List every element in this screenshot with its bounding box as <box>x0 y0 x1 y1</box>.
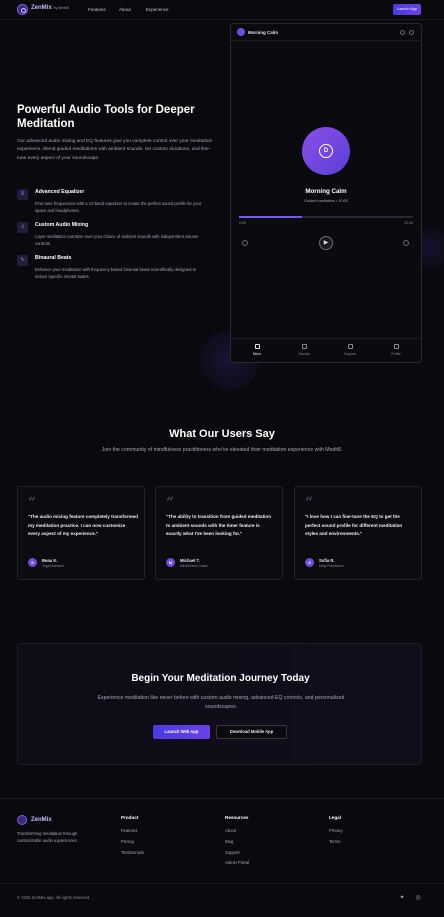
testimonial-card: “ "I love how I can fine-tune the EQ to … <box>294 486 422 580</box>
disc-letter: D <box>319 144 333 158</box>
phone-tab-bar: Mixer Sounds Explore Profile <box>231 338 421 363</box>
time-total: 10:00 <box>404 221 413 225</box>
testimonial-card: “ "The ability to transition from guided… <box>155 486 283 580</box>
testimonials-title: What Our Users Say <box>169 428 275 440</box>
album-disc: D <box>302 127 350 175</box>
feature-description: Layer meditation narration over your cho… <box>35 234 199 247</box>
profile-icon <box>393 344 399 349</box>
tab-label: Mixer <box>252 352 262 356</box>
explore-icon <box>347 344 353 349</box>
equalizer-icon: ≡ <box>17 189 28 200</box>
footer-divider <box>0 798 444 799</box>
testimonials-subtitle: Join the community of mindfulness practi… <box>101 447 343 453</box>
footer-link-privacy[interactable]: Privacy <box>329 828 343 833</box>
logo-icon[interactable] <box>17 815 27 825</box>
avatar: S <box>305 558 314 567</box>
testimonial-name: Michael T. <box>180 558 200 563</box>
settings-icon[interactable] <box>400 30 405 35</box>
testimonial-name: Sofia R. <box>319 558 335 563</box>
hero-title: Powerful Audio Tools for Deeper Meditati… <box>17 104 195 130</box>
wave-icon: ∿ <box>17 255 28 266</box>
footer-heading-resources: Resources <box>225 815 249 820</box>
phone-mockup: Morning Calm D Morning Calm Guided medit… <box>230 23 422 363</box>
tab-label: Sounds <box>298 352 310 356</box>
instagram-icon[interactable]: ◎ <box>414 894 422 902</box>
avatar: S <box>28 558 37 567</box>
logo-icon[interactable] <box>17 4 28 15</box>
footer-link-admin-portal[interactable]: Admin Portal <box>225 860 249 865</box>
testimonial-quote: "The ability to transition from guided m… <box>166 514 272 537</box>
brand-name: ZenMix <box>31 5 52 11</box>
avatar: M <box>166 558 175 567</box>
shuffle-icon[interactable] <box>242 240 248 246</box>
download-mobile-app-button[interactable]: Download Mobile App <box>216 725 287 739</box>
testimonial-card: “ "The audio mixing feature completely t… <box>17 486 145 580</box>
quote-icon: “ <box>166 495 175 511</box>
time-elapsed: 0:00 <box>239 221 246 225</box>
footer-link-pricing[interactable]: Pricing <box>121 839 134 844</box>
nav-link-experience[interactable]: Experience <box>146 7 169 12</box>
progress-bar[interactable] <box>239 216 413 218</box>
brand-sub: by Medit8 <box>53 6 69 10</box>
play-button[interactable]: ▶ <box>319 236 333 250</box>
testimonial-quote: "The audio mixing feature completely tra… <box>28 514 138 537</box>
footer-divider <box>0 883 444 884</box>
twitter-icon[interactable]: ✦ <box>398 894 406 902</box>
top-nav: ZenMix by Medit8 Features About Experienc… <box>0 0 444 20</box>
menu-icon[interactable] <box>409 30 414 35</box>
footer-link-features[interactable]: Features <box>121 828 138 833</box>
testimonial-role: Yoga Instructor <box>42 564 65 568</box>
track-title: Morning Calm <box>305 188 347 195</box>
tab-profile[interactable]: Profile <box>376 339 416 356</box>
tab-label: Explore <box>344 352 356 356</box>
hero-description: Our advanced audio mixing and EQ feature… <box>17 139 213 161</box>
footer-link-blog[interactable]: Blog <box>225 839 233 844</box>
avatar <box>237 28 245 36</box>
feature-title: Custom Audio Mixing <box>35 222 89 228</box>
copyright: © 2025 ZenMix.app. All rights reserved. <box>17 895 91 900</box>
quote-icon: “ <box>28 495 37 511</box>
footer-heading-legal: Legal <box>329 815 341 820</box>
sounds-icon <box>301 344 307 349</box>
footer-link-support[interactable]: Support <box>225 850 240 855</box>
phone-header: Morning Calm <box>231 24 421 41</box>
testimonial-role: Mindfulness Coach <box>180 564 209 568</box>
music-note-icon: ♫ <box>17 222 28 233</box>
footer-brand[interactable]: ZenMix <box>31 817 52 823</box>
cta-section: Begin Your Meditation Journey Today Expe… <box>17 643 422 765</box>
footer-link-testimonials[interactable]: Testimonials <box>121 850 144 855</box>
tab-sounds[interactable]: Sounds <box>284 339 324 356</box>
repeat-icon[interactable] <box>403 240 409 246</box>
footer-heading-product: Product <box>121 815 139 820</box>
tab-mixer[interactable]: Mixer <box>237 339 277 356</box>
tab-label: Profile <box>391 352 401 356</box>
feature-description: Fine-tune frequencies with a 10-band equ… <box>35 201 202 214</box>
footer-tagline: Transforming meditation through customiz… <box>17 831 78 843</box>
tab-explore[interactable]: Explore <box>330 339 370 356</box>
mixer-icon <box>254 344 260 349</box>
testimonial-quote: "I love how I can fine-tune the EQ to ge… <box>305 514 403 537</box>
phone-header-title: Morning Calm <box>248 30 278 35</box>
testimonial-role: Daily Practitioner <box>319 564 344 568</box>
nav-link-about[interactable]: About <box>119 7 131 12</box>
cta-title: Begin Your Meditation Journey Today <box>131 673 310 684</box>
launch-app-button[interactable]: Launch App <box>393 4 421 15</box>
feature-title: Advanced Equalizer <box>35 189 85 195</box>
footer-link-about[interactable]: About <box>225 828 236 833</box>
feature-title: Binaural Beats <box>35 255 72 261</box>
brand[interactable]: ZenMix by Medit8 <box>31 5 69 11</box>
footer-link-terms[interactable]: Terms <box>329 839 340 844</box>
nav-link-features[interactable]: Features <box>88 7 106 12</box>
quote-icon: “ <box>305 495 314 511</box>
cta-description: Experience meditation like never before … <box>97 695 345 710</box>
feature-description: Enhance your meditation with frequency-b… <box>35 267 197 280</box>
progress-fill <box>239 216 302 218</box>
track-subtitle: Guided meditation • 10:00 <box>304 199 348 203</box>
launch-web-app-button[interactable]: Launch Web App <box>153 725 210 739</box>
testimonial-name: Beau K. <box>42 558 58 563</box>
